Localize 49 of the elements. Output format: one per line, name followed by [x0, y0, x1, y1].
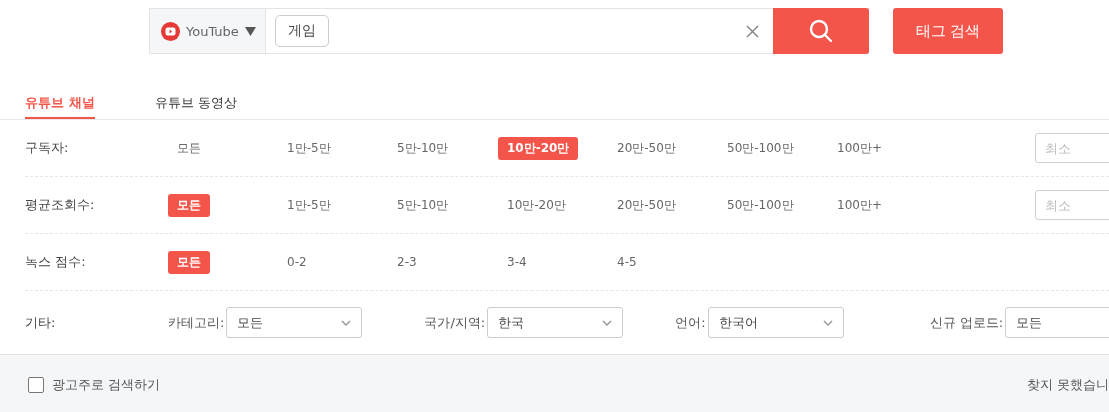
tab[interactable]: 유튜브 채널 [25, 88, 95, 119]
filter-option[interactable]: 모든 [168, 136, 210, 160]
filter-option[interactable]: 3-4 [498, 252, 536, 272]
filter-option[interactable]: 50만-100만 [718, 193, 803, 217]
filter-label: 평균조회수: [25, 196, 96, 214]
tab[interactable]: 유튜브 동영상 [154, 88, 237, 119]
dropdown-label: 언어: [675, 313, 706, 332]
caret-icon [244, 26, 256, 36]
dropdown[interactable]: 모든 [226, 307, 363, 338]
platform-dropdown[interactable]: YouTube [150, 9, 266, 53]
checkbox[interactable] [28, 376, 44, 393]
minimum-input[interactable]: 최소 [1035, 190, 1109, 220]
chevron-down-icon [602, 319, 613, 326]
filter-option[interactable]: 1만-5만 [278, 136, 340, 160]
filter-option[interactable]: 모든 [168, 193, 210, 217]
filter-option[interactable]: 100만+ [828, 136, 891, 160]
filter-option[interactable]: 100만+ [828, 193, 891, 217]
filter-option[interactable]: 4-5 [608, 252, 646, 272]
video-logo-icon [161, 21, 180, 41]
filter-option[interactable]: 0-2 [278, 252, 316, 272]
filter-label: 녹스 점수: [25, 253, 87, 271]
dropdown-label: 카테고리: [168, 313, 225, 332]
filter-option[interactable]: 2-3 [388, 252, 426, 272]
dropdown[interactable]: 한국 [487, 307, 624, 338]
dropdown-label: 신규 업로드: [929, 313, 1004, 332]
search-button[interactable] [773, 8, 869, 54]
filter-option[interactable]: 20만-50만 [608, 136, 685, 160]
filter-label: 기타: [25, 313, 57, 332]
chevron-down-icon [341, 319, 352, 326]
dropdown-label: 국가/지역: [424, 313, 486, 332]
chevron-down-icon [822, 319, 833, 326]
minimum-input[interactable]: 최소 [1035, 133, 1109, 163]
filter-option[interactable]: 모든 [168, 250, 210, 274]
dropdown[interactable]: 모든 [1005, 307, 1109, 338]
filter-option[interactable]: 10만-20만 [498, 193, 575, 217]
dropdown[interactable]: 한국어 [707, 307, 844, 338]
tag-search-button[interactable]: 태그 검색 [893, 8, 1003, 54]
filter-option[interactable]: 20만-50만 [608, 193, 685, 217]
filter-option[interactable]: 1만-5만 [278, 193, 340, 217]
filter-option[interactable]: 5만-10만 [388, 136, 458, 160]
filter-option[interactable]: 50만-100만 [718, 136, 803, 160]
close-icon[interactable] [746, 24, 759, 38]
status-text: 찾지 못했습니 [1026, 375, 1109, 394]
filter-option[interactable]: 5만-10만 [388, 193, 458, 217]
checkbox-label: 광고주로 검색하기 [52, 375, 161, 394]
search-icon [809, 19, 833, 43]
filter-label: 구독자: [25, 139, 70, 157]
tag-chip[interactable]: 게임 [275, 15, 329, 47]
filter-option[interactable]: 10만-20만 [498, 136, 579, 160]
